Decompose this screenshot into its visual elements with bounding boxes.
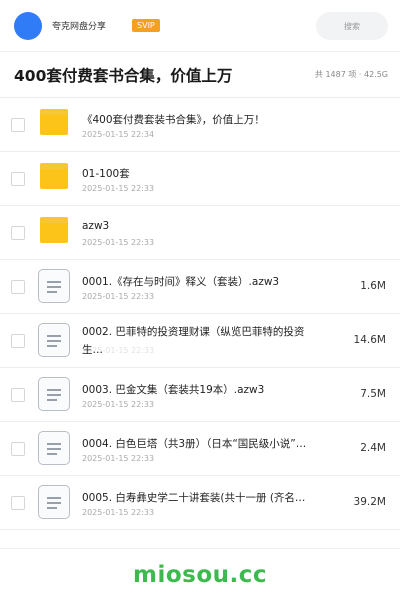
file-name: 0003. 巴金文集（套装共19本）.azw3 <box>82 384 265 396</box>
item-count-meta: 共 1487 项 · 42.5G <box>314 70 388 79</box>
select-checkbox[interactable] <box>11 442 25 456</box>
search-placeholder: 搜索 <box>344 21 360 31</box>
list-item-file[interactable]: 0005. 白寿彝史学二十讲套装(共十一册 (齐名… 2025-01-15 22… <box>0 476 400 530</box>
select-checkbox[interactable] <box>11 172 25 186</box>
document-icon <box>38 485 70 521</box>
file-name: 0001.《存在与时间》释义（套装）.azw3 <box>82 276 280 288</box>
folder-icon <box>38 161 70 197</box>
file-name: 01-100套 <box>82 168 130 180</box>
document-icon <box>38 431 70 467</box>
file-name: 《400套付费套装书合集》，价值上万！ <box>82 114 265 126</box>
list-item-file[interactable]: 0004. 白色巨塔（共3册）（日本“国民级小说”… 2025-01-15 22… <box>0 422 400 476</box>
list-item-folder[interactable]: azw3 2025-01-15 22:33 <box>0 206 400 260</box>
folder-icon <box>38 107 70 143</box>
file-date: 2025-01-15 22:33 <box>82 238 155 247</box>
list-item-file[interactable]: 0003. 巴金文集（套装共19本）.azw3 2025-01-15 22:33… <box>0 368 400 422</box>
document-icon <box>38 377 70 413</box>
select-checkbox[interactable] <box>11 226 25 240</box>
list-item-file[interactable]: 0001.《存在与时间》释义（套装）.azw3 2025-01-15 22:33… <box>0 260 400 314</box>
file-size: 2.4M <box>360 442 386 454</box>
select-checkbox[interactable] <box>11 496 25 510</box>
file-name: azw3 <box>82 220 110 232</box>
file-size: 39.2M <box>353 496 386 508</box>
header-bar: 夸克网盘分享 SVIP 搜索 <box>0 0 400 52</box>
file-date: 2025-01-15 22:33 <box>82 454 155 463</box>
page-title: 400套付费套书合集，价值上万 <box>14 66 233 85</box>
footer: miosou.cc <box>0 548 400 600</box>
file-date: 2025-01-15 22:33 <box>82 184 155 193</box>
list-item-folder[interactable]: 01-100套 2025-01-15 22:33 <box>0 152 400 206</box>
document-icon <box>38 269 70 305</box>
file-size: 1.6M <box>360 280 386 292</box>
select-checkbox[interactable] <box>11 280 25 294</box>
list-item-file[interactable]: 0002. 巴菲特的投资理财课（纵览巴菲特的投资生… 2025-01-15 22… <box>0 314 400 368</box>
avatar[interactable] <box>14 11 42 40</box>
file-size: 7.5M <box>360 388 386 400</box>
file-date: 2025-01-15 22:34 <box>82 130 155 139</box>
folder-icon <box>38 215 70 251</box>
user-name[interactable]: 夸克网盘分享 <box>52 19 106 32</box>
file-name: 0004. 白色巨塔（共3册）（日本“国民级小说”… <box>82 438 307 450</box>
file-date: 2025-01-15 22:33 <box>82 508 155 517</box>
file-date: 2025-01-15 22:33 <box>82 292 155 301</box>
footer-brand[interactable]: miosou.cc <box>133 562 267 588</box>
file-list: 《400套付费套装书合集》，价值上万！ 2025-01-15 22:34 01-… <box>0 98 400 530</box>
search-input[interactable]: 搜索 <box>316 12 388 40</box>
file-date: 2025-01-15 22:33 <box>82 400 155 409</box>
list-item-folder[interactable]: 《400套付费套装书合集》，价值上万！ 2025-01-15 22:34 <box>0 98 400 152</box>
title-row: 400套付费套书合集，价值上万 共 1487 项 · 42.5G <box>0 52 400 98</box>
file-size: 14.6M <box>353 334 386 346</box>
file-name: 0005. 白寿彝史学二十讲套装(共十一册 (齐名… <box>82 492 306 504</box>
file-date: 2025-01-15 22:33 <box>82 346 155 355</box>
document-icon <box>38 323 70 359</box>
select-checkbox[interactable] <box>11 334 25 348</box>
select-checkbox[interactable] <box>11 118 25 132</box>
select-checkbox[interactable] <box>11 388 25 402</box>
svip-badge: SVIP <box>132 19 160 32</box>
